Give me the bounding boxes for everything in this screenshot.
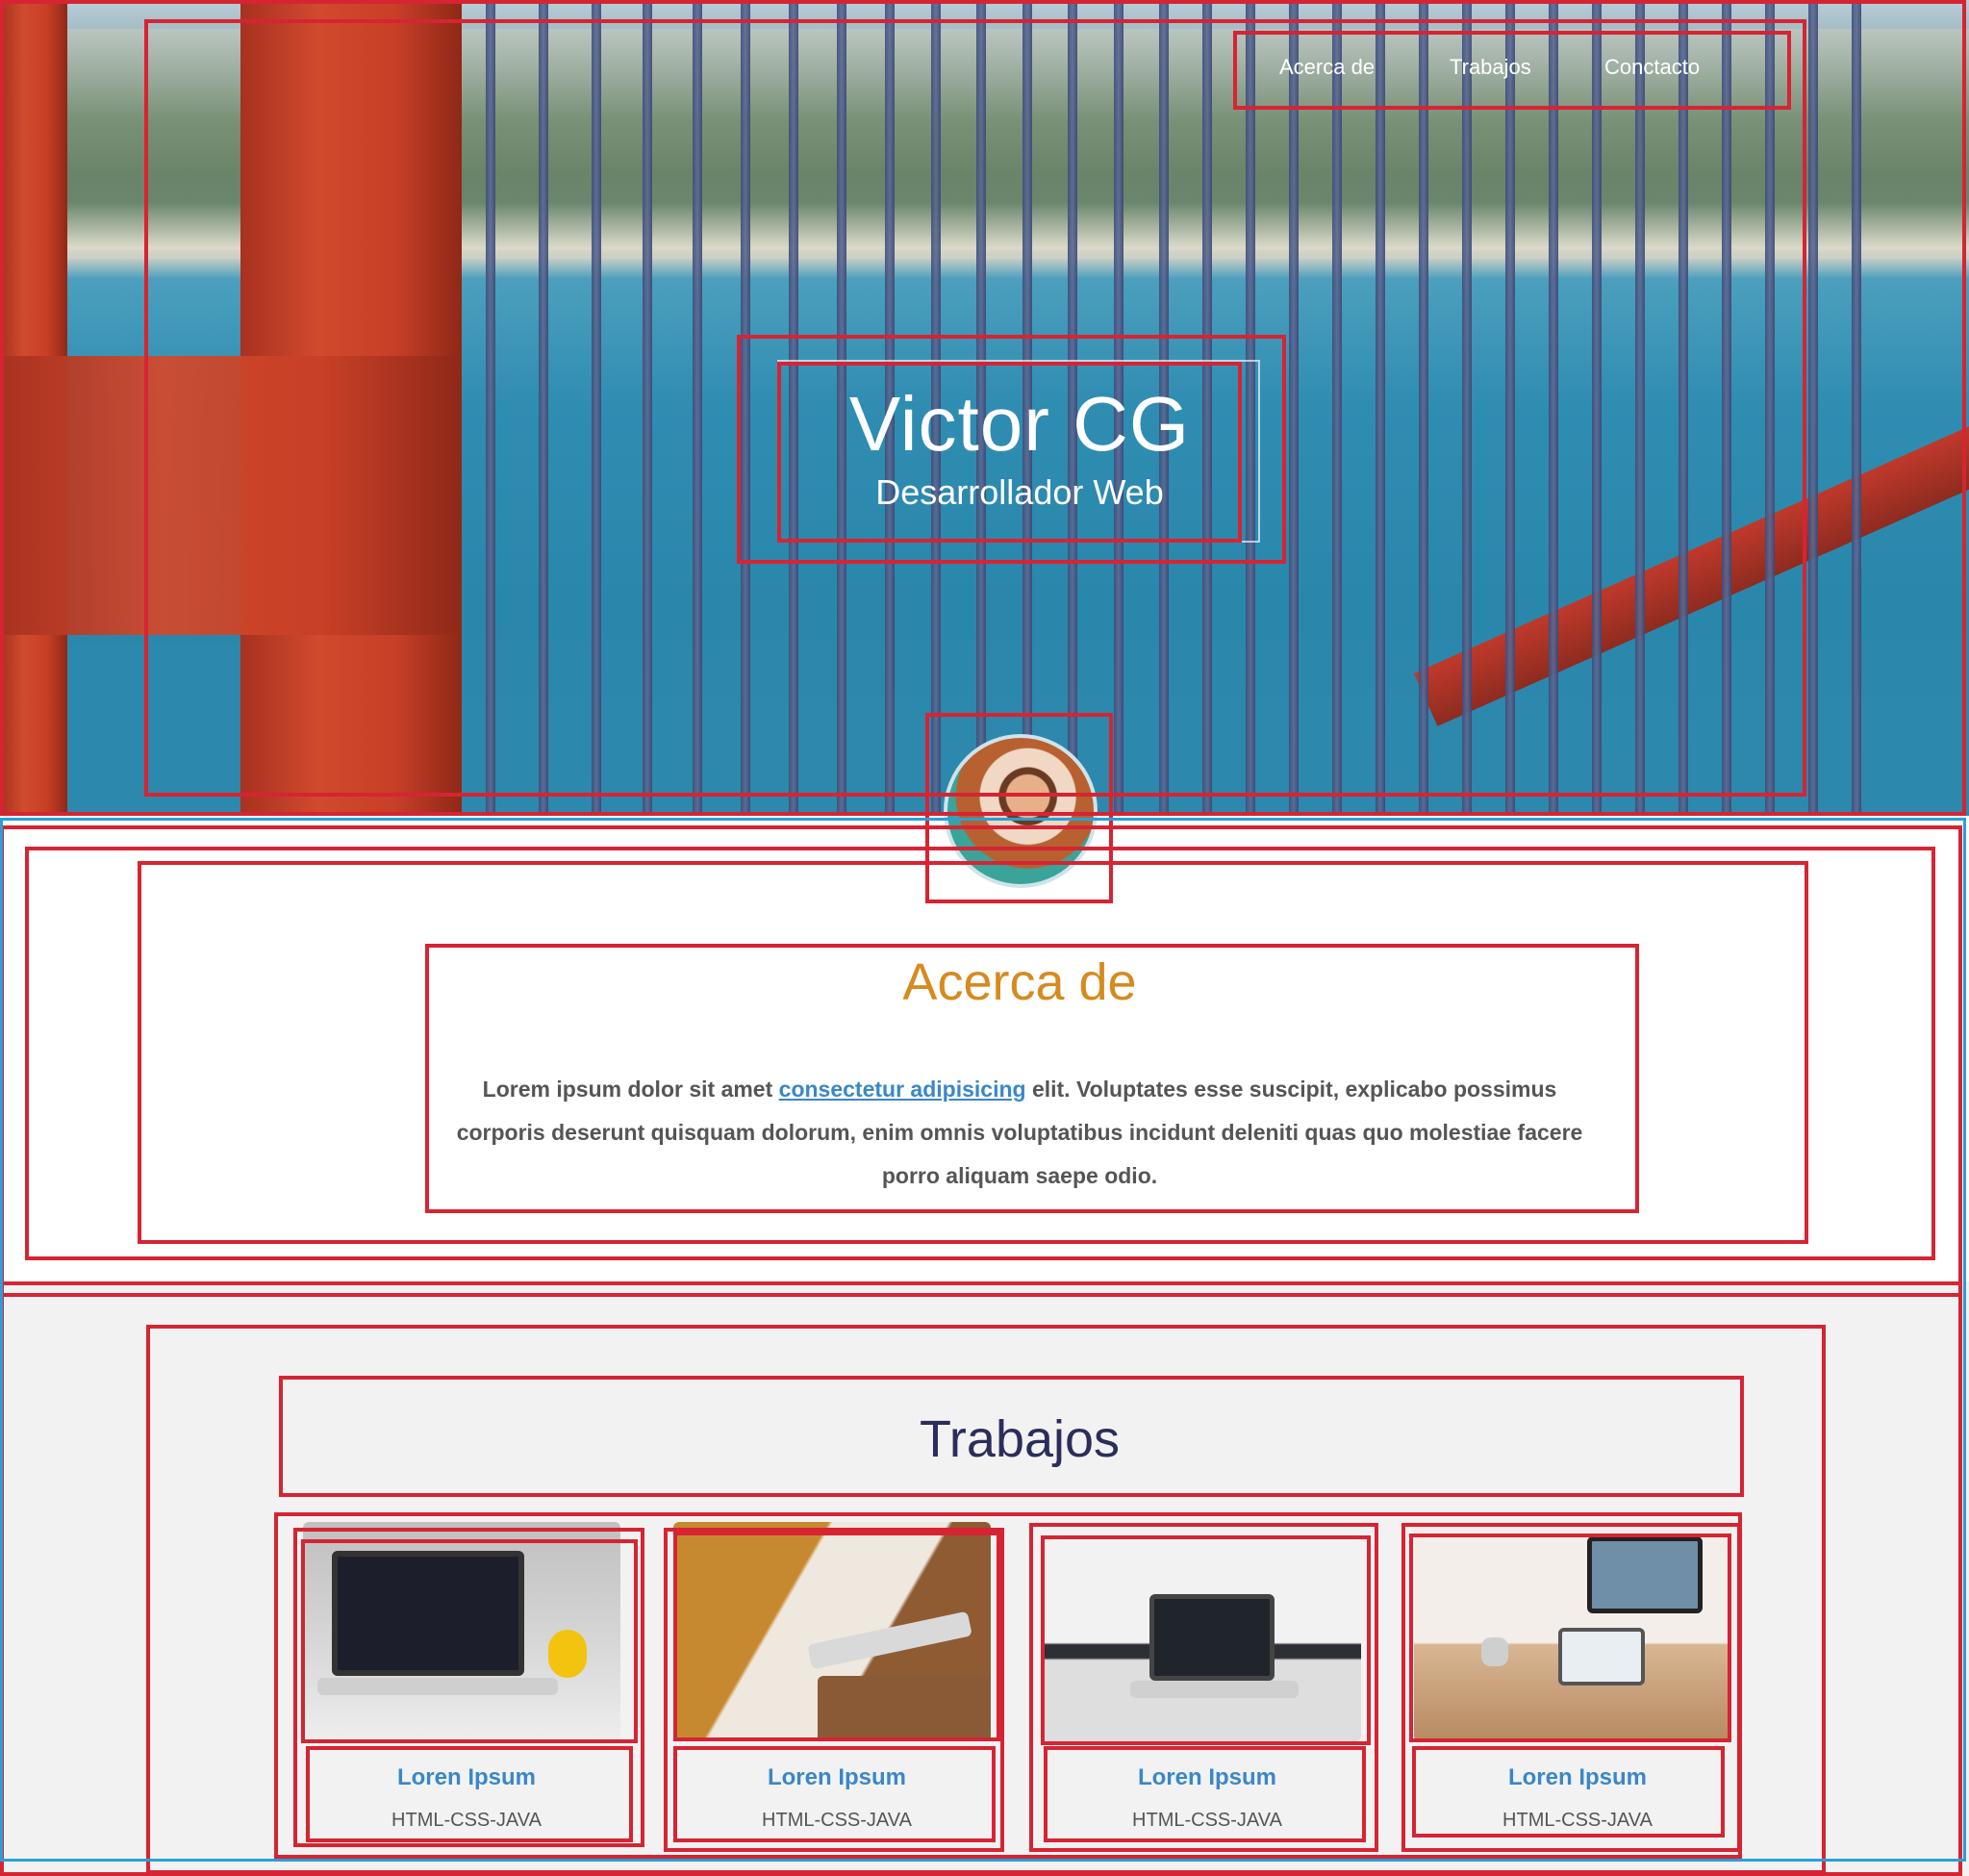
desk (818, 1676, 991, 1741)
bridge-cable (1765, 0, 1775, 816)
work-card[interactable]: Loren Ipsum HTML-CSS-JAVA (1404, 1522, 1731, 1849)
work-card-title: Loren Ipsum (1507, 1764, 1647, 1790)
work-card-tech: HTML-CSS-JAVA (1502, 1810, 1653, 1831)
plant-pot (1481, 1637, 1508, 1666)
bridge-cable (1332, 0, 1342, 816)
bridge-deck (1414, 422, 1969, 726)
work-card[interactable]: Loren Ipsum HTML-CSS-JAVA (293, 1522, 620, 1849)
nav-link-contact[interactable]: Conctacto (1604, 55, 1700, 80)
about-text-start: Lorem ipsum dolor sit amet (482, 1077, 779, 1102)
work-card-title: Loren Ipsum (767, 1764, 906, 1790)
bridge-cable (1592, 0, 1602, 816)
bridge-cable (1462, 0, 1472, 816)
bridge-cable (1679, 0, 1688, 816)
laptop-screen (332, 1551, 524, 1676)
work-card-tech: HTML-CSS-JAVA (1132, 1810, 1282, 1831)
bridge-cable (592, 0, 601, 816)
work-card-title: Loren Ipsum (1137, 1764, 1276, 1790)
bridge-cable (1419, 0, 1428, 816)
hero-title: Victor CG (848, 381, 1191, 467)
bridge-cable (1722, 0, 1731, 816)
about-section (0, 816, 1969, 1281)
bridge-cable (1635, 0, 1645, 816)
bridge-cable (1376, 0, 1385, 816)
nav-link-about[interactable]: Acerca de (1279, 55, 1375, 80)
about-text: Lorem ipsum dolor sit amet consectetur a… (452, 1068, 1587, 1198)
work-card-tech: HTML-CSS-JAVA (762, 1810, 912, 1831)
work-thumbnail-desk (1044, 1522, 1361, 1741)
profile-avatar (944, 734, 1098, 888)
work-thumbnail-laptop-code (303, 1522, 620, 1741)
hero-section: Acerca de Trabajos Conctacto Victor CG D… (0, 0, 1969, 816)
bridge-cable (1808, 0, 1818, 816)
bridge-cable (1549, 0, 1558, 816)
work-thumbnail-typing (673, 1522, 991, 1741)
hero-subtitle: Desarrollador Web (875, 472, 1164, 512)
bridge-cable (539, 0, 548, 816)
monitor (1587, 1536, 1703, 1613)
bridge-tower-crossbeam (0, 356, 462, 635)
plant-pot (548, 1630, 587, 1678)
laptop-base (317, 1678, 558, 1695)
laptop-base (1130, 1681, 1299, 1698)
about-link[interactable]: consectetur adipisicing (779, 1077, 1026, 1102)
laptop-screen (1558, 1628, 1645, 1686)
nav-link-works[interactable]: Trabajos (1450, 55, 1531, 80)
bridge-tower-gap (67, 645, 240, 816)
bridge-cable (1852, 0, 1861, 816)
bridge-cable (693, 0, 702, 816)
bridge-cable (486, 0, 495, 816)
about-title: Acerca de (902, 953, 1137, 1011)
work-card[interactable]: Loren Ipsum HTML-CSS-JAVA (1034, 1522, 1361, 1849)
laptop-screen (1149, 1594, 1275, 1681)
bridge-cable (1505, 0, 1515, 816)
work-thumbnail-workspace (1414, 1522, 1731, 1741)
work-card-tech: HTML-CSS-JAVA (391, 1810, 542, 1831)
works-title: Trabajos (919, 1410, 1121, 1468)
bridge-cable (643, 0, 652, 816)
work-card-title: Loren Ipsum (396, 1764, 536, 1790)
work-card[interactable]: Loren Ipsum HTML-CSS-JAVA (664, 1522, 991, 1849)
laptop-base (807, 1610, 972, 1670)
